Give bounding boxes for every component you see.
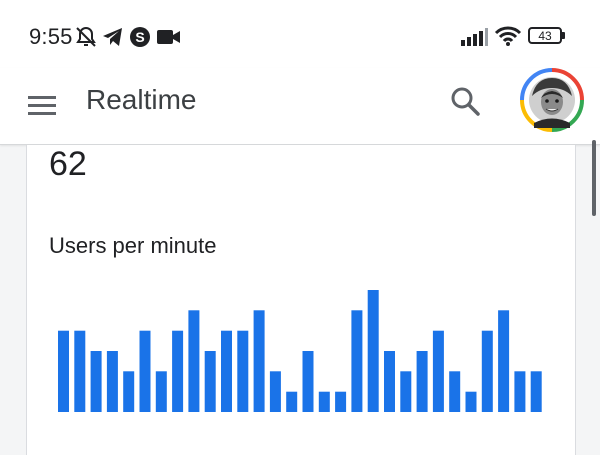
chart-bar — [302, 351, 314, 412]
avatar-icon — [520, 68, 584, 132]
menu-button[interactable] — [26, 90, 58, 120]
scrollbar[interactable] — [592, 140, 596, 216]
chart-bar — [74, 330, 86, 412]
telegram-icon — [103, 28, 122, 46]
chart-bar — [400, 371, 412, 412]
wifi-icon — [494, 26, 522, 46]
page-title: Realtime — [86, 84, 197, 115]
chart-bar — [269, 371, 281, 412]
signal-icon — [461, 28, 488, 46]
battery-level: 43 — [538, 29, 552, 43]
search-button[interactable] — [448, 84, 482, 118]
chart-bar — [384, 351, 395, 412]
chart-bar — [449, 371, 461, 412]
users-count: 62 — [49, 145, 87, 183]
chart-bar — [481, 330, 493, 412]
chart-bar — [367, 290, 379, 412]
chart-bar — [123, 371, 135, 412]
chart-bar — [253, 310, 265, 412]
chart-bar — [188, 310, 200, 412]
chart-bar — [221, 330, 232, 412]
chart-bar — [286, 391, 298, 412]
chart-bar — [514, 371, 526, 412]
app-bar: Realtime — [0, 68, 600, 145]
svg-text:S: S — [135, 29, 144, 45]
hamburger-menu-icon — [28, 96, 56, 115]
chart-bar — [498, 310, 510, 412]
chart-bar — [351, 310, 363, 412]
chart-bar — [58, 330, 69, 412]
chart-bar — [139, 330, 151, 412]
chart-bar — [465, 391, 477, 412]
chart-bar — [237, 330, 249, 412]
search-icon — [451, 87, 480, 116]
chart-bar — [318, 391, 330, 412]
status-time: 9:55 — [29, 24, 73, 49]
chart-bar — [335, 391, 347, 412]
battery-icon: 43 — [528, 27, 562, 44]
chart-title: Users per minute — [49, 233, 217, 258]
chart-bar — [416, 351, 428, 412]
chart-bar — [106, 351, 118, 412]
chart-bar — [155, 371, 167, 412]
status-bar: 9:55 S 43 — [0, 0, 600, 68]
chart-bar — [432, 330, 444, 412]
chart-bar — [90, 351, 102, 412]
notifications-off-icon — [76, 26, 96, 47]
account-avatar[interactable] — [520, 68, 584, 132]
users-per-minute-chart — [58, 290, 542, 412]
chart-bar — [204, 351, 216, 412]
video-camera-icon — [157, 30, 180, 44]
chart-bar — [172, 330, 184, 412]
chart-bar — [530, 371, 542, 412]
battery-tip — [562, 32, 565, 39]
skype-icon: S — [130, 27, 150, 47]
